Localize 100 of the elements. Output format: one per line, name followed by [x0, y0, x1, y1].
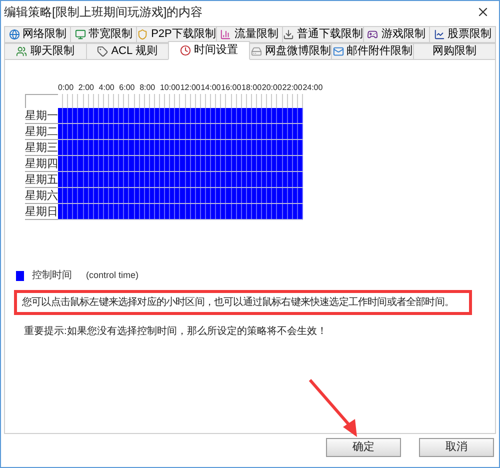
time-slot[interactable] [119, 156, 124, 171]
tab[interactable]: 普通下载限制 [282, 26, 364, 43]
time-slot[interactable] [226, 172, 232, 187]
time-slot[interactable] [282, 204, 288, 219]
time-slot[interactable] [221, 140, 226, 155]
time-slot[interactable] [216, 156, 222, 171]
time-slot[interactable] [68, 204, 74, 219]
time-slot[interactable] [200, 140, 206, 155]
time-slot[interactable] [104, 156, 110, 171]
time-slot[interactable] [180, 188, 186, 203]
time-slot[interactable] [242, 108, 247, 123]
time-slot[interactable] [277, 204, 283, 219]
time-slot[interactable] [242, 124, 247, 139]
time-slot[interactable] [154, 108, 160, 123]
time-slot[interactable] [180, 172, 186, 187]
time-slot[interactable] [277, 140, 283, 155]
time-slot[interactable] [144, 188, 150, 203]
time-slot[interactable] [277, 124, 283, 139]
time-slot[interactable] [84, 156, 89, 171]
time-slot[interactable] [257, 172, 262, 187]
time-slot[interactable] [78, 124, 84, 139]
time-slot[interactable] [206, 108, 212, 123]
time-slot[interactable] [236, 204, 242, 219]
time-slot[interactable] [288, 204, 293, 219]
time-slot[interactable] [232, 124, 237, 139]
time-slot[interactable] [150, 140, 155, 155]
time-slot[interactable] [165, 188, 170, 203]
time-slot[interactable] [246, 188, 252, 203]
time-slot[interactable] [196, 204, 201, 219]
time-slot[interactable] [272, 108, 278, 123]
time-slot[interactable] [180, 124, 186, 139]
time-slot[interactable] [267, 108, 272, 123]
time-slot[interactable] [252, 140, 258, 155]
time-slot[interactable] [109, 124, 114, 139]
time-slot[interactable] [78, 172, 84, 187]
time-slot[interactable] [282, 140, 288, 155]
time-slot[interactable] [190, 124, 196, 139]
time-slot[interactable] [298, 124, 303, 139]
time-slot[interactable] [196, 140, 201, 155]
time-slot[interactable] [216, 172, 222, 187]
time-slot[interactable] [154, 156, 160, 171]
time-slot[interactable] [288, 124, 293, 139]
time-slot[interactable] [221, 172, 226, 187]
tab[interactable]: 网购限制 [413, 43, 496, 60]
time-slot[interactable] [206, 156, 212, 171]
tab[interactable]: ACL 规则 [86, 43, 169, 60]
time-slot[interactable] [175, 188, 180, 203]
time-slot[interactable] [226, 204, 232, 219]
time-slot[interactable] [129, 204, 135, 219]
time-slot[interactable] [114, 172, 120, 187]
time-slot[interactable] [186, 172, 191, 187]
time-slot[interactable] [267, 156, 272, 171]
time-slot[interactable] [272, 172, 278, 187]
time-slot[interactable] [282, 124, 288, 139]
time-slot[interactable] [94, 140, 99, 155]
time-slot[interactable] [211, 188, 216, 203]
time-slot[interactable] [226, 140, 232, 155]
time-slot[interactable] [292, 140, 298, 155]
time-slot[interactable] [144, 172, 150, 187]
time-slot[interactable] [175, 140, 180, 155]
time-slot[interactable] [170, 188, 176, 203]
time-slot[interactable] [68, 140, 74, 155]
time-slot[interactable] [292, 156, 298, 171]
time-slot[interactable] [68, 108, 74, 123]
time-slot[interactable] [109, 188, 114, 203]
time-slot[interactable] [124, 204, 130, 219]
time-slot[interactable] [160, 156, 166, 171]
time-slot[interactable] [175, 124, 180, 139]
time-slot[interactable] [160, 140, 166, 155]
time-slot[interactable] [221, 108, 226, 123]
time-slot[interactable] [190, 172, 196, 187]
time-slot[interactable] [58, 204, 64, 219]
close-icon[interactable] [476, 5, 490, 19]
time-slot[interactable] [200, 156, 206, 171]
time-slot[interactable] [246, 108, 252, 123]
time-slot[interactable] [292, 108, 298, 123]
time-slot[interactable] [196, 124, 201, 139]
time-slot[interactable] [98, 188, 104, 203]
time-slot[interactable] [134, 124, 140, 139]
time-slot[interactable] [298, 140, 303, 155]
time-slot[interactable] [88, 204, 94, 219]
tab[interactable]: 邮件附件限制 [331, 43, 414, 60]
time-slot[interactable] [78, 108, 84, 123]
time-slot[interactable] [298, 204, 303, 219]
time-slot[interactable] [288, 108, 293, 123]
time-slot[interactable] [226, 188, 232, 203]
time-slot[interactable] [252, 108, 258, 123]
time-slot[interactable] [150, 156, 155, 171]
time-slot[interactable] [257, 188, 262, 203]
time-slot[interactable] [134, 204, 140, 219]
time-slot[interactable] [196, 188, 201, 203]
time-slot[interactable] [190, 188, 196, 203]
time-slot[interactable] [262, 124, 268, 139]
time-slot[interactable] [98, 108, 104, 123]
time-slot[interactable] [180, 108, 186, 123]
time-slot[interactable] [282, 188, 288, 203]
time-slot[interactable] [160, 188, 166, 203]
time-slot[interactable] [140, 172, 145, 187]
time-slot[interactable] [180, 156, 186, 171]
time-slot[interactable] [73, 204, 78, 219]
